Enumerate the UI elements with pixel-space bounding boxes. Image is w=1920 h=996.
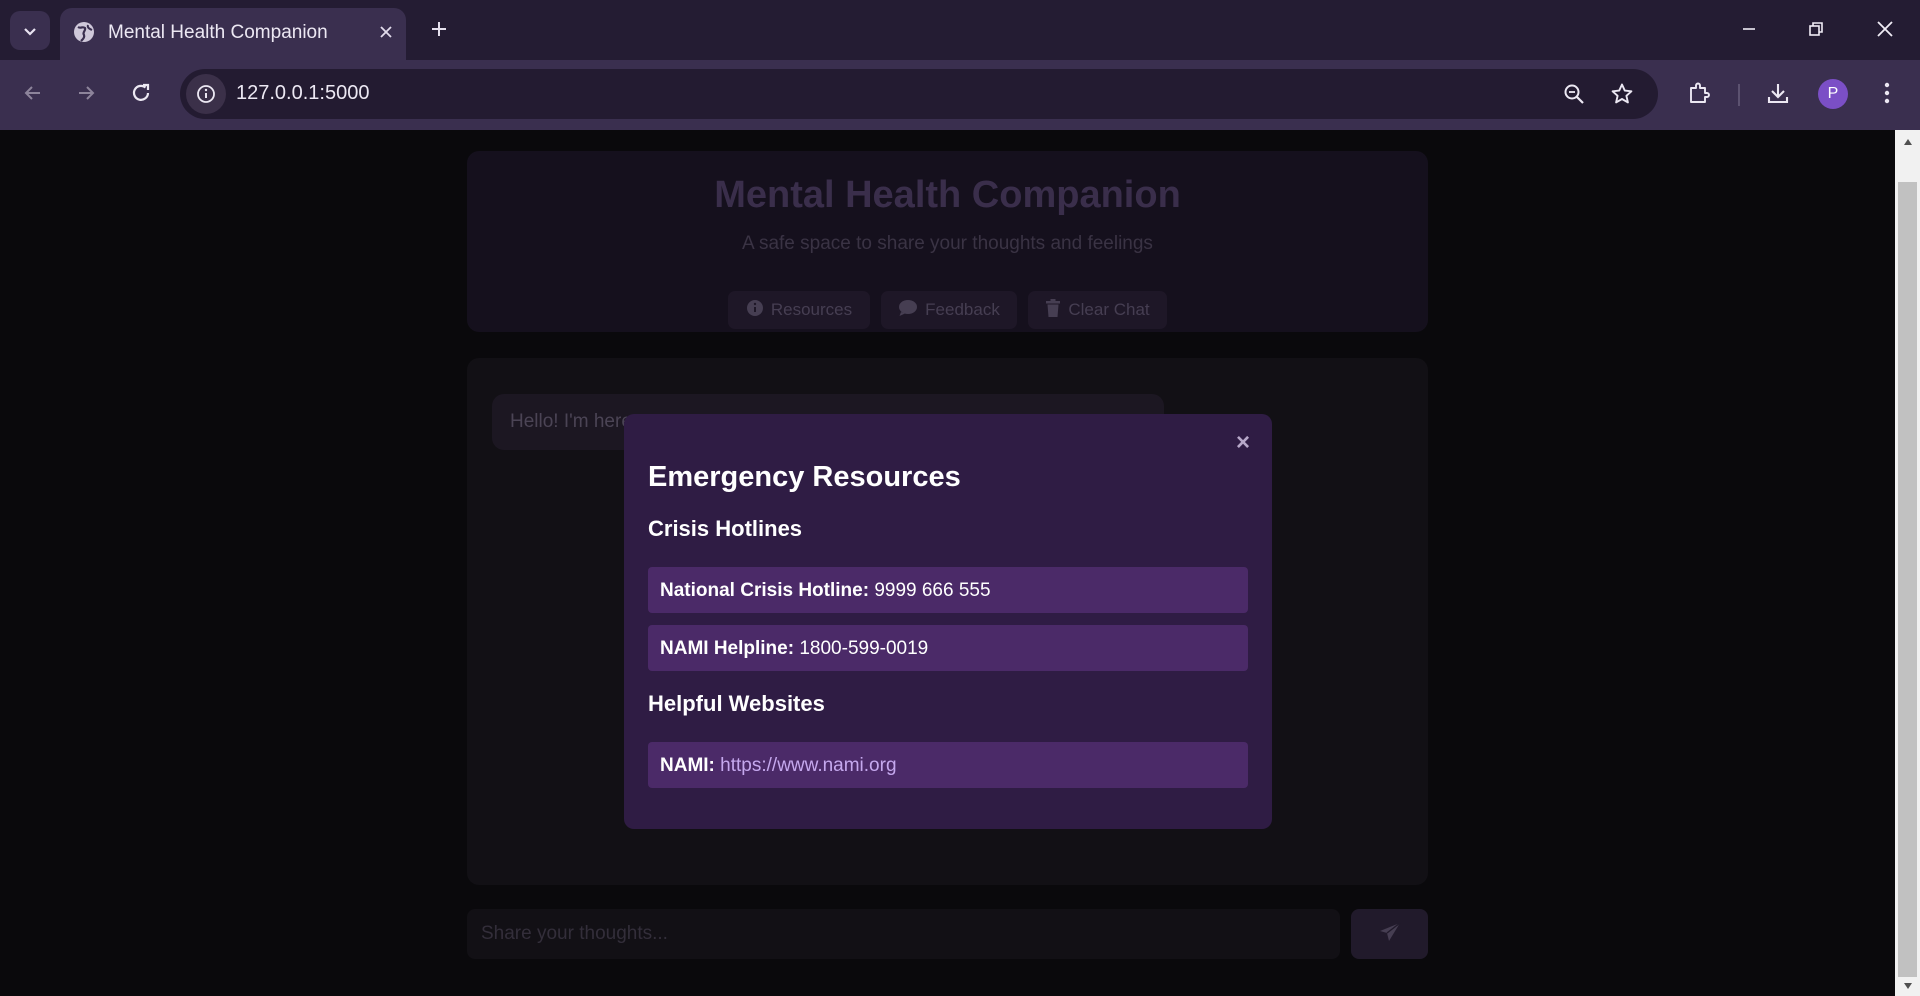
nami-website-link[interactable]: https://www.nami.org: [720, 755, 896, 776]
info-icon[interactable]: [186, 74, 226, 114]
address-bar[interactable]: 127.0.0.1:5000: [180, 69, 1658, 119]
close-icon[interactable]: [373, 19, 399, 45]
minimize-icon[interactable]: [1726, 8, 1772, 50]
send-button[interactable]: [1351, 909, 1428, 959]
trash-icon: [1045, 298, 1061, 322]
menu-icon[interactable]: [1869, 75, 1905, 111]
crisis-hotlines-heading: Crisis Hotlines: [648, 516, 803, 541]
modal-close-button[interactable]: ×: [1228, 428, 1258, 458]
page-subtitle: A safe space to share your thoughts and …: [742, 233, 1153, 254]
plus-icon[interactable]: [424, 14, 454, 44]
scroll-up-arrow-icon[interactable]: [1895, 132, 1920, 152]
modal-title: Emergency Resources: [648, 461, 961, 493]
clear-chat-button[interactable]: Clear Chat: [1028, 291, 1167, 329]
zoom-icon[interactable]: [1558, 78, 1590, 110]
close-icon: ×: [1235, 429, 1250, 456]
clear-chat-button-label: Clear Chat: [1068, 300, 1150, 319]
browser-tab[interactable]: Mental Health Companion: [60, 8, 406, 60]
hotline-number: 9999 666 555: [874, 580, 991, 601]
info-circle-icon: [746, 299, 764, 322]
url-text: 127.0.0.1:5000: [236, 82, 370, 104]
forward-icon[interactable]: [66, 73, 106, 113]
download-icon[interactable]: [1760, 75, 1796, 111]
app-header: Mental Health Companion A safe space to …: [467, 151, 1428, 332]
browser-toolbar: 127.0.0.1:5000 P: [0, 60, 1920, 130]
page-scrollbar[interactable]: [1895, 130, 1920, 996]
hotline-label: National Crisis Hotline:: [660, 580, 870, 601]
helpful-websites-heading: Helpful Websites: [648, 691, 825, 716]
message-input[interactable]: Share your thoughts...: [467, 909, 1340, 959]
send-icon: [1379, 921, 1401, 947]
feedback-button-label: Feedback: [925, 300, 1000, 319]
hotline-item: NAMI Helpline: 1800-599-0019: [648, 625, 1248, 671]
feedback-button[interactable]: Feedback: [881, 291, 1017, 329]
hotline-label: NAMI Helpline:: [660, 638, 795, 659]
tab-title: Mental Health Companion: [108, 22, 328, 43]
website-item: NAMI: https://www.nami.org: [648, 742, 1248, 788]
restore-icon[interactable]: [1793, 8, 1839, 50]
hotline-number: 1800-599-0019: [799, 638, 929, 659]
hotline-item: National Crisis Hotline: 9999 666 555: [648, 567, 1248, 613]
profile-avatar[interactable]: P: [1818, 79, 1848, 109]
star-icon[interactable]: [1606, 78, 1638, 110]
browser-tab-bar: Mental Health Companion: [0, 0, 1920, 60]
emergency-resources-modal: × Emergency Resources Crisis Hotlines Na…: [624, 414, 1272, 829]
resources-button-label: Resources: [770, 300, 853, 319]
resources-button[interactable]: Resources: [728, 291, 870, 329]
extensions-icon[interactable]: [1681, 75, 1717, 111]
toolbar-separator: [1738, 84, 1740, 106]
reload-icon[interactable]: [121, 73, 161, 113]
page-title: Mental Health Companion: [714, 174, 1181, 216]
comment-icon: [898, 299, 918, 322]
window-close-icon[interactable]: [1862, 8, 1908, 50]
scrollbar-thumb[interactable]: [1898, 182, 1917, 977]
tab-search-icon[interactable]: [10, 11, 50, 50]
website-label: NAMI:: [660, 755, 715, 776]
back-icon[interactable]: [13, 73, 53, 113]
page-viewport: Mental Health Companion A safe space to …: [0, 130, 1895, 996]
globe-icon: [73, 21, 95, 43]
scroll-down-arrow-icon[interactable]: [1895, 976, 1920, 996]
